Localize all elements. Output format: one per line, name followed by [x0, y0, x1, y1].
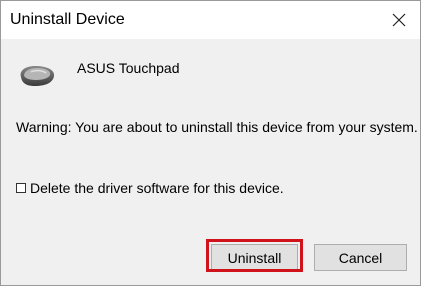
device-name: ASUS Touchpad [77, 60, 180, 76]
close-icon [392, 13, 406, 27]
uninstall-device-dialog: Uninstall Device ASUS Touchpad Warning: … [0, 0, 421, 286]
delete-driver-checkbox[interactable] [16, 183, 26, 193]
delete-driver-option[interactable]: Delete the driver software for this devi… [16, 179, 284, 197]
uninstall-button[interactable]: Uninstall [211, 244, 298, 271]
touchpad-icon [20, 66, 55, 86]
title-bar: Uninstall Device [1, 1, 420, 39]
cancel-button[interactable]: Cancel [314, 244, 407, 271]
close-button[interactable] [382, 3, 416, 37]
delete-driver-label[interactable]: Delete the driver software for this devi… [30, 179, 284, 197]
dialog-title: Uninstall Device [10, 11, 125, 28]
warning-text: Warning: You are about to uninstall this… [16, 119, 418, 135]
